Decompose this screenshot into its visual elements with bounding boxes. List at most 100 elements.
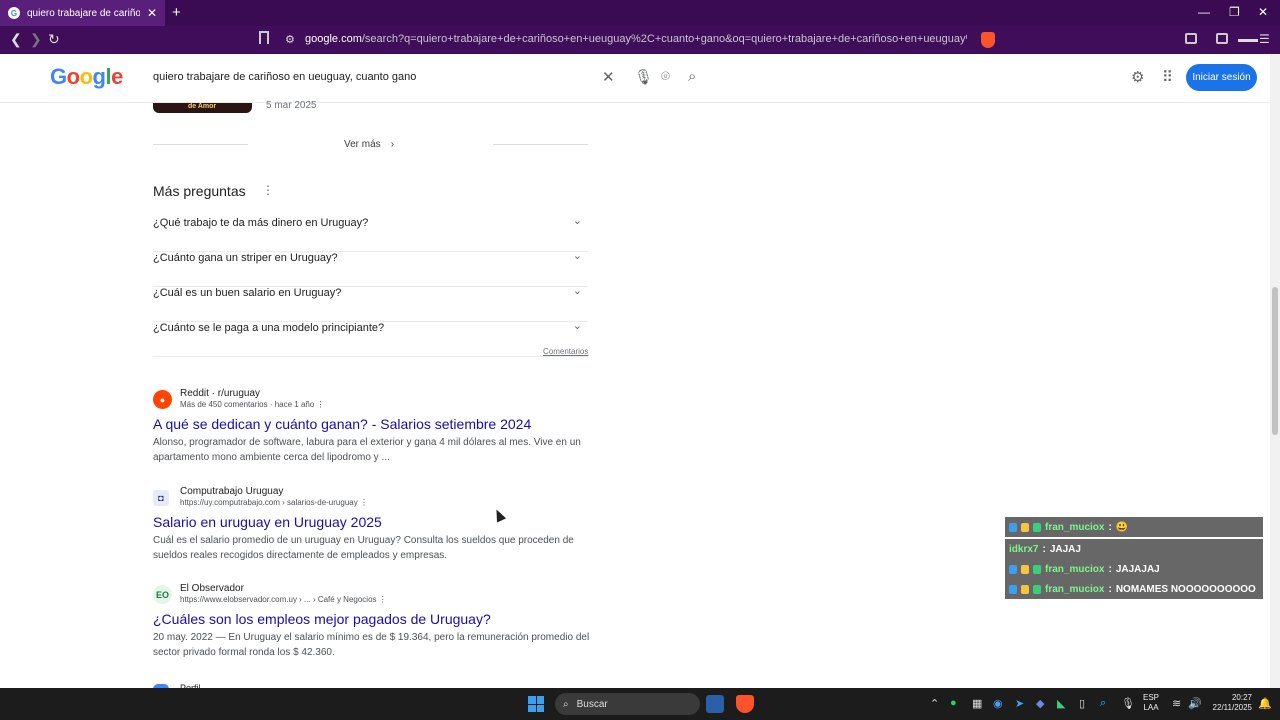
telegram-icon[interactable]: ➤ <box>1015 697 1024 710</box>
result-snippet: Alonso, programador de software, labura … <box>153 437 581 463</box>
chat-text: JAJAJ <box>1049 543 1081 555</box>
badge-icon <box>1009 584 1017 594</box>
apps-grid-icon[interactable]: ⠿ <box>1162 68 1173 86</box>
browser-tab[interactable]: G quiero trabajare de cariñoso en ✕ <box>0 0 165 26</box>
reload-icon[interactable]: ↻ <box>48 31 60 48</box>
snippet-date: 5 mar 2025 <box>266 100 317 111</box>
result-title-link[interactable]: ¿Cuáles son los empleos mejor pagados de… <box>153 611 491 627</box>
menu-icon[interactable]: ☰ <box>1259 32 1270 46</box>
result-meta-text: https://uy.computrabajo.com › salarios-d… <box>180 498 358 507</box>
close-tab-icon[interactable]: ✕ <box>147 6 157 20</box>
brave-shields-icon[interactable] <box>981 32 995 48</box>
discord-icon[interactable]: ◆ <box>1036 697 1044 710</box>
keyboard-layout: LAA <box>1143 703 1159 712</box>
notification-icon[interactable]: 🔔 <box>1258 697 1272 710</box>
chat-username: fran_muciox <box>1045 583 1105 595</box>
question-item[interactable]: ¿Qué trabajo te da más dinero en Uruguay… <box>153 215 588 252</box>
search-input[interactable]: quiero trabajare de cariñoso en ueuguay,… <box>153 71 416 83</box>
lens-icon[interactable]: ⌾ <box>661 68 670 85</box>
signin-button[interactable]: Iniciar sesión <box>1186 64 1257 91</box>
maximize-icon[interactable]: ❐ <box>1229 5 1240 19</box>
microphone-icon[interactable]: 🎙 <box>1121 697 1135 710</box>
result-site[interactable]: Computrabajo Uruguay <box>180 486 283 497</box>
result-snippet: 20 may. 2022 — En Uruguay el salario mín… <box>153 632 590 658</box>
tray-app-icon[interactable]: ▯ <box>1079 697 1085 710</box>
result-site[interactable]: Reddit · r/uruguay <box>180 388 260 399</box>
url-field[interactable]: google.com/search?q=quiero+trabajare+de+… <box>305 33 967 45</box>
badge-icon <box>1021 564 1029 574</box>
sidebar-icon[interactable] <box>1216 33 1228 44</box>
more-options-icon[interactable]: ⋮ <box>360 498 368 507</box>
wifi-icon[interactable]: ≋ <box>1172 697 1181 710</box>
new-tab-button[interactable]: + <box>172 4 181 21</box>
url-path: /search?q=quiero+trabajare+de+cariñoso+e… <box>361 33 967 45</box>
chat-separator: : <box>1108 521 1112 533</box>
mas-preguntas-heading: Más preguntas <box>153 183 246 199</box>
chat-separator: : <box>1042 543 1046 555</box>
close-window-icon[interactable]: ✕ <box>1258 5 1268 19</box>
badge-icon <box>1009 522 1017 532</box>
more-options-icon[interactable]: ⋮ <box>262 183 274 197</box>
result-snippet: Cuál es el salario promedio de un urugua… <box>153 535 574 561</box>
volume-icon[interactable]: 🔊 <box>1188 697 1202 710</box>
tray-app-icon[interactable]: ⌕ <box>1100 697 1106 710</box>
badge-icon <box>1021 522 1029 532</box>
page-scrollbar[interactable] <box>1270 54 1280 688</box>
clear-search-icon[interactable]: ✕ <box>602 68 615 86</box>
tray-app-icon[interactable]: ◣ <box>1057 697 1065 710</box>
microphone-icon[interactable]: 🎙 <box>634 68 653 86</box>
taskbar-search-label: Buscar <box>576 698 608 710</box>
question-item[interactable]: ¿Cuánto se le paga a una modelo principi… <box>153 320 588 357</box>
tab-list-icon[interactable] <box>1185 33 1197 44</box>
forward-icon[interactable]: ❯ <box>30 31 42 48</box>
more-options-icon[interactable]: ⋮ <box>379 595 387 604</box>
brave-browser-icon[interactable] <box>736 695 754 713</box>
result-meta-text: https://www.elobservador.com.uy › ... › … <box>180 595 377 604</box>
chat-message: fran_muciox : NOMAMES NOOOOOOOOOO <box>1005 579 1263 599</box>
google-logo[interactable]: Google <box>50 64 123 90</box>
tray-app-icon[interactable]: ▦ <box>972 697 982 710</box>
tray-app-icon[interactable]: ◉ <box>993 697 1003 710</box>
more-options-icon[interactable]: ⋮ <box>317 400 325 409</box>
settings-gear-icon[interactable]: ⚙ <box>1131 68 1144 86</box>
search-icon[interactable]: ⌕ <box>688 68 696 85</box>
chat-text: NOMAMES NOOOOOOOOOO <box>1115 583 1256 595</box>
minimize-icon[interactable]: — <box>1198 5 1210 19</box>
vpn-icon[interactable]: ▬▬ <box>1238 34 1258 45</box>
question-text: ¿Cuánto gana un striper en Uruguay? <box>153 252 338 264</box>
site-settings-icon[interactable]: ⚙ <box>285 33 295 46</box>
chevron-up-icon[interactable]: ⌃ <box>930 697 939 710</box>
taskbar-search[interactable]: ⌕ Buscar <box>555 693 700 715</box>
computrabajo-icon: ◘ <box>153 490 169 506</box>
whatsapp-icon[interactable]: ● <box>950 697 957 709</box>
bookmark-icon[interactable] <box>259 31 269 44</box>
scrollbar-thumb[interactable] <box>1272 287 1278 435</box>
result-site[interactable]: El Observador <box>180 583 244 594</box>
windows-taskbar: ⌕ Buscar ⌃ ● ▦ ◉ ➤ ◆ ◣ ▯ ⌕ 🎙 ESP LAA ≋ 🔊 2… <box>0 688 1280 720</box>
question-item[interactable]: ¿Cuánto gana un striper en Uruguay? ⌄ <box>153 250 588 287</box>
app-icon[interactable] <box>706 695 724 713</box>
question-text: ¿Cuál es un buen salario en Uruguay? <box>153 287 342 299</box>
chevron-right-icon: › <box>390 139 395 150</box>
comentarios-link[interactable]: Comentarios <box>543 347 588 356</box>
language-indicator[interactable]: ESP LAA <box>1143 693 1159 713</box>
result-title-link[interactable]: A qué se dedican y cuánto ganan? - Salar… <box>153 416 531 432</box>
question-item[interactable]: ¿Cuál es un buen salario en Uruguay? ⌄ <box>153 285 588 322</box>
result-meta: Más de 450 comentarios · hace 1 año ⋮ <box>180 400 325 409</box>
badge-icon <box>1021 584 1029 594</box>
divider <box>153 144 248 145</box>
clock[interactable]: 20:27 22/11/2025 <box>1207 693 1252 713</box>
google-favicon-icon: G <box>8 7 20 19</box>
chat-message: fran_muciox : 😃 <box>1005 517 1263 537</box>
chat-message: fran_muciox : JAJAJAJ <box>1005 559 1263 579</box>
result-title-link[interactable]: Salario en uruguay en Uruguay 2025 <box>153 514 382 530</box>
badge-icon <box>1033 564 1041 574</box>
back-icon[interactable]: ❮ <box>10 31 22 48</box>
badge-icon <box>1033 522 1041 532</box>
ver-mas-button[interactable]: Ver más › <box>344 139 394 150</box>
result-meta-text: Más de 450 comentarios · hace 1 año <box>180 400 315 409</box>
windows-start-icon[interactable] <box>528 696 544 712</box>
badge-icon <box>1033 584 1041 594</box>
chat-separator: : <box>1108 563 1112 575</box>
video-thumbnail[interactable]: de Amor <box>153 103 252 113</box>
